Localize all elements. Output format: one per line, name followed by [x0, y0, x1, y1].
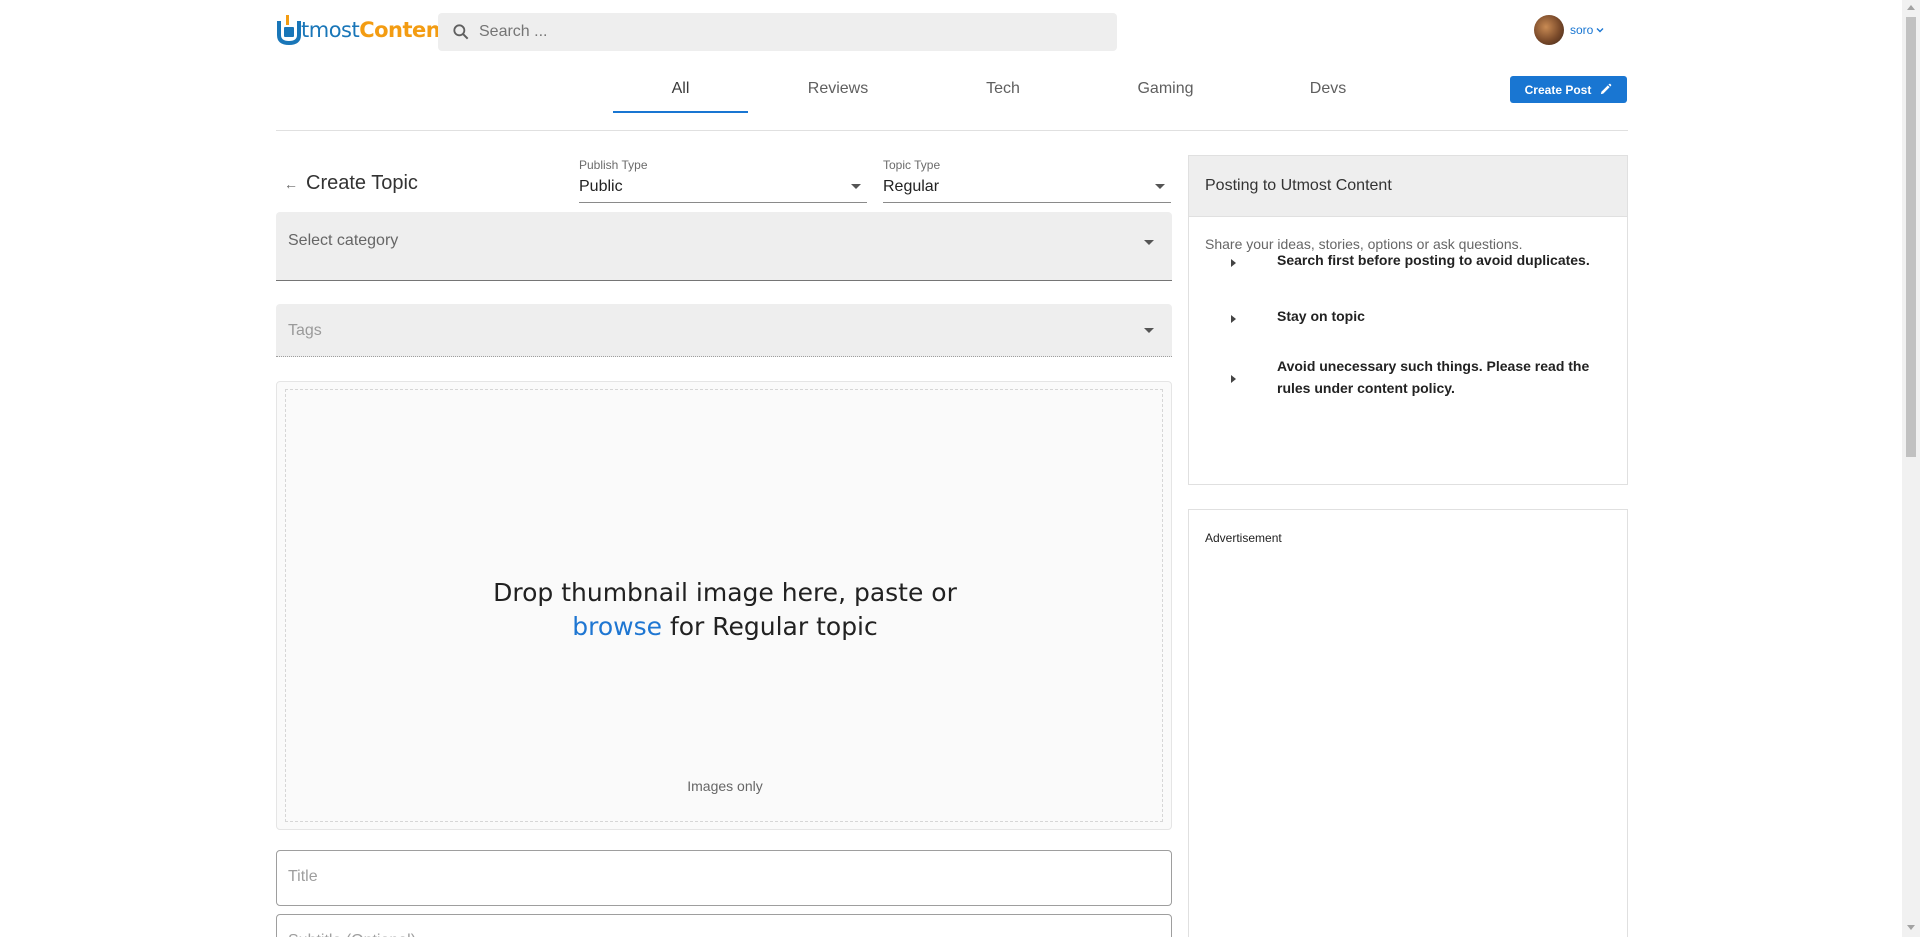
back-row: ← Create Topic	[284, 172, 418, 195]
guide-rule-text: Stay on topic	[1277, 308, 1365, 324]
logo-text-content: Content	[359, 18, 450, 42]
title-field[interactable]	[276, 850, 1172, 906]
tab-gaming[interactable]: Gaming	[1078, 68, 1253, 113]
caret-right-icon	[1231, 259, 1236, 267]
guide-title: Posting to Utmost Content	[1189, 156, 1627, 217]
back-arrow-icon[interactable]: ←	[284, 176, 298, 192]
scroll-down-arrow-icon[interactable]	[1907, 925, 1915, 930]
search-input[interactable]	[479, 23, 1079, 41]
tab-all[interactable]: All	[613, 68, 748, 113]
dropdown-caret-icon	[1155, 184, 1165, 189]
topic-type-label: Topic Type	[883, 158, 941, 172]
category-tabs: All Reviews Tech Gaming Devs	[613, 68, 1403, 113]
caret-right-icon	[1231, 315, 1236, 323]
topic-type-select[interactable]: Topic Type Regular	[883, 158, 1171, 203]
page: tmostContent soro All Reviews Tech Gamin…	[0, 0, 1902, 937]
dropdown-caret-icon	[851, 184, 861, 189]
scroll-thumb[interactable]	[1906, 17, 1916, 457]
dropzone-text: Drop thumbnail image here, paste or brow…	[286, 576, 1164, 644]
user-name[interactable]: soro	[1570, 23, 1593, 37]
advertisement-label: Advertisement	[1205, 531, 1282, 545]
tags-placeholder: Tags	[288, 322, 322, 339]
dropdown-caret-icon	[1144, 328, 1154, 333]
user-menu[interactable]: soro	[1534, 15, 1605, 45]
thumbnail-dropzone[interactable]: Drop thumbnail image here, paste or brow…	[276, 381, 1172, 830]
subtitle-field[interactable]	[276, 914, 1172, 937]
pencil-icon	[1601, 83, 1612, 95]
tab-reviews[interactable]: Reviews	[748, 68, 928, 113]
guide-rule-text: Avoid unecessary such things. Please rea…	[1277, 358, 1590, 396]
guide-rule-text: Search first before posting to avoid dup…	[1277, 252, 1590, 268]
scroll-up-arrow-icon[interactable]	[1907, 5, 1915, 10]
logo-u-icon	[277, 15, 301, 46]
chevron-down-icon[interactable]	[1595, 25, 1605, 35]
search-bar[interactable]	[438, 13, 1117, 51]
logo-text-tmost: tmost	[301, 18, 360, 42]
dropzone-hint: Images only	[687, 778, 763, 794]
posting-guide-panel: Posting to Utmost Content Share your ide…	[1188, 155, 1628, 485]
title-input[interactable]	[288, 868, 1148, 886]
caret-right-icon	[1231, 375, 1236, 383]
search-icon	[453, 24, 469, 40]
dropdown-caret-icon	[1144, 240, 1154, 245]
create-post-label: Create Post	[1524, 82, 1592, 97]
publish-type-select[interactable]: Publish Type Public	[579, 158, 867, 203]
dropzone-line2: for Regular topic	[669, 612, 878, 641]
category-select[interactable]: Select category	[276, 212, 1172, 281]
dropzone-line1: Drop thumbnail image here, paste or	[493, 578, 957, 607]
dropzone-area[interactable]: Drop thumbnail image here, paste or brow…	[285, 389, 1163, 822]
create-post-button[interactable]: Create Post	[1510, 76, 1627, 103]
publish-type-value: Public	[579, 178, 623, 195]
tab-tech[interactable]: Tech	[928, 68, 1078, 113]
advertisement-panel: Advertisement	[1188, 509, 1628, 937]
avatar[interactable]	[1534, 15, 1564, 45]
tab-devs[interactable]: Devs	[1253, 68, 1403, 113]
browse-link[interactable]: browse	[572, 612, 662, 641]
category-placeholder: Select category	[288, 232, 399, 249]
subtitle-input[interactable]	[288, 932, 1148, 937]
tags-select[interactable]: Tags	[276, 304, 1172, 357]
publish-type-label: Publish Type	[579, 158, 648, 172]
logo[interactable]: tmost Content	[277, 13, 450, 47]
page-scrollbar[interactable]	[1902, 0, 1920, 937]
topic-type-value: Regular	[883, 178, 940, 195]
guide-intro: Share your ideas, stories, options or as…	[1205, 236, 1523, 252]
header-divider	[276, 130, 1628, 131]
page-title: Create Topic	[306, 172, 418, 194]
